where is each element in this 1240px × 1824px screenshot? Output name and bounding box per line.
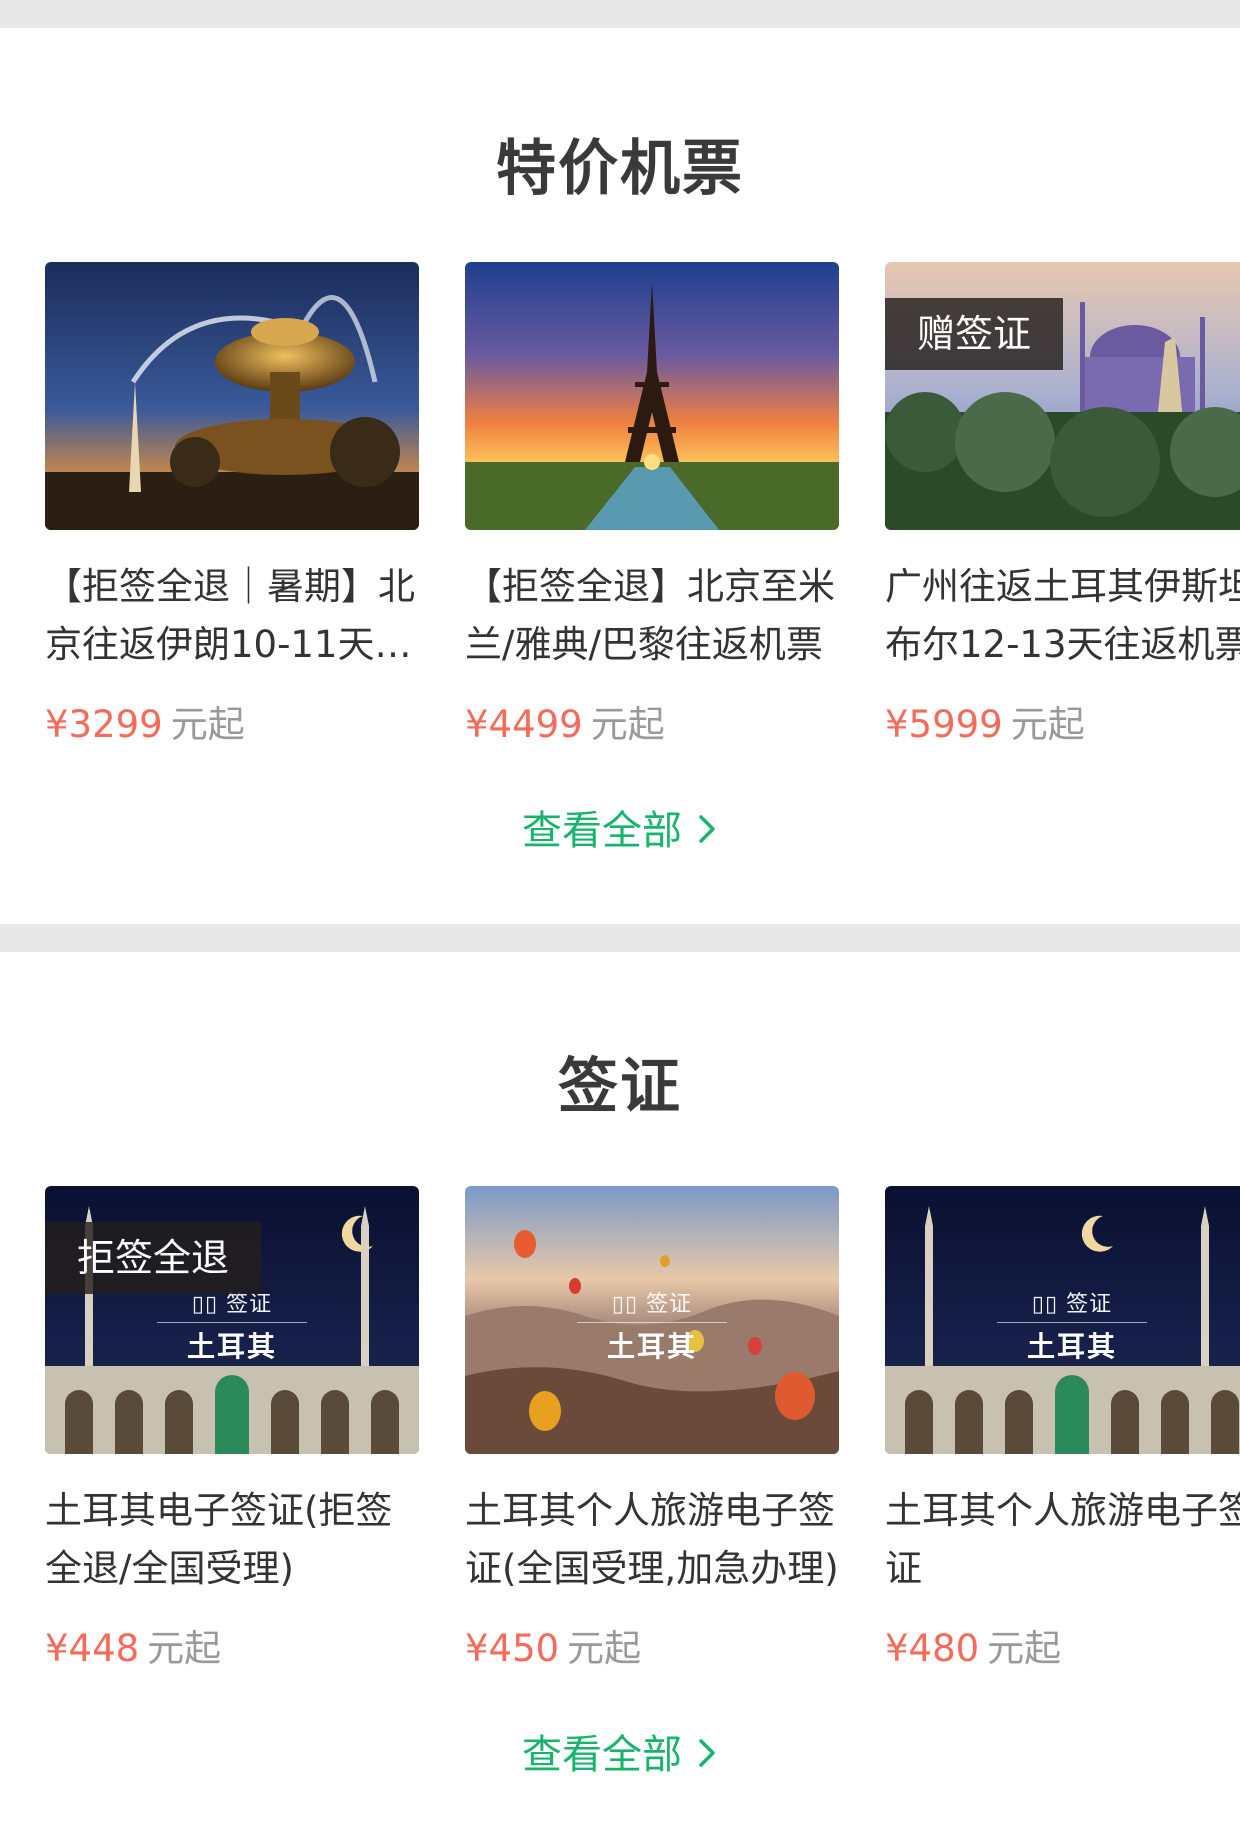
- visa-card-price-suffix: 元起: [147, 1627, 222, 1670]
- visa-tag-line2: 土耳其: [606, 1330, 697, 1363]
- flight-card-title: 广州往返土耳其伊斯坦布尔12-13天往返机票: [885, 565, 1240, 666]
- flights-section: 特价机票 【拒签全退｜暑期】北京往返伊朗10-11天 ¥3299 元起 【拒签全…: [0, 28, 1240, 924]
- flight-card-price: ¥3299: [45, 703, 163, 746]
- visa-card-image: ▯▯ 签证 土耳其: [465, 1186, 839, 1454]
- gift-visa-badge: 赠签证: [885, 298, 1064, 370]
- visa-image-tag: ▯▯ 签证 土耳其: [465, 1286, 839, 1365]
- refund-badge: 拒签全退: [45, 1222, 262, 1294]
- visa-card-price-suffix: 元起: [987, 1627, 1062, 1670]
- flight-card-price-row: ¥3299 元起: [45, 694, 245, 748]
- view-all-label: 查看全部: [522, 808, 682, 854]
- view-all-flights-link[interactable]: 查看全部: [0, 798, 1240, 856]
- flight-card-price-row: ¥5999 元起: [885, 694, 1085, 748]
- flight-card-price: ¥5999: [885, 703, 1003, 746]
- visa-card-price-row: ¥480 元起: [885, 1618, 1061, 1672]
- section-divider: [0, 924, 1240, 952]
- visa-tag-line1: ▯▯ 签证: [611, 1292, 693, 1317]
- passport-icon: ▯▯: [191, 1292, 227, 1317]
- visa-card-image: ▯▯ 签证 土耳其: [885, 1186, 1240, 1454]
- visa-card-title: 土耳其个人旅游电子签证(全国受理,加急办理): [465, 1489, 839, 1590]
- visa-card-price: ¥480: [885, 1627, 980, 1670]
- visa-section: 签证 ▯▯ 签证 土耳其 拒签全退 土耳其电子签证(拒签全退/全国受理) ¥44…: [0, 952, 1240, 1824]
- visa-image-tag: ▯▯ 签证 土耳其: [45, 1286, 419, 1365]
- visa-tag-divider: [997, 1322, 1147, 1323]
- flight-card-price-row: ¥4499 元起: [465, 694, 665, 748]
- visa-card-title: 土耳其个人旅游电子签证: [885, 1489, 1240, 1590]
- flight-card-price: ¥4499: [465, 703, 583, 746]
- visa-tag-divider: [157, 1322, 307, 1323]
- visa-card-price-suffix: 元起: [567, 1627, 642, 1670]
- visa-card-price: ¥448: [45, 1627, 140, 1670]
- visa-tag-line2: 土耳其: [186, 1330, 277, 1363]
- visa-card-image: ▯▯ 签证 土耳其 拒签全退: [45, 1186, 419, 1454]
- flight-card-price-suffix: 元起: [590, 703, 665, 746]
- visa-card-title: 土耳其电子签证(拒签全退/全国受理): [45, 1489, 393, 1590]
- chevron-right-icon: [696, 810, 718, 856]
- flight-card-image: 赠签证: [885, 262, 1240, 530]
- passport-icon: ▯▯: [611, 1292, 647, 1317]
- chevron-right-icon: [696, 1734, 718, 1780]
- flight-card-image: [465, 262, 839, 530]
- visa-tag-line1: ▯▯ 签证: [1031, 1292, 1113, 1317]
- top-divider: [0, 0, 1240, 28]
- visa-tag-divider: [577, 1322, 727, 1323]
- visa-card-price: ¥450: [465, 1627, 560, 1670]
- flight-card-image: [45, 262, 419, 530]
- passport-icon: ▯▯: [1031, 1292, 1067, 1317]
- flight-card-price-suffix: 元起: [1010, 703, 1085, 746]
- section-title-visa: 签证: [558, 1052, 682, 1122]
- visa-tag-line2: 土耳其: [1026, 1330, 1117, 1363]
- flight-card-title: 【拒签全退】北京至米兰/雅典/巴黎往返机票: [465, 565, 835, 666]
- view-all-label: 查看全部: [522, 1732, 682, 1778]
- visa-card-price-row: ¥450 元起: [465, 1618, 641, 1672]
- flight-card-title: 【拒签全退｜暑期】北京往返伊朗10-11天(直飞): [45, 565, 415, 666]
- section-title-flights: 特价机票: [496, 134, 744, 204]
- flight-card-price-suffix: 元起: [170, 703, 245, 746]
- visa-card-price-row: ¥448 元起: [45, 1618, 221, 1672]
- visa-image-tag: ▯▯ 签证 土耳其: [885, 1286, 1240, 1365]
- view-all-visa-link[interactable]: 查看全部: [0, 1722, 1240, 1780]
